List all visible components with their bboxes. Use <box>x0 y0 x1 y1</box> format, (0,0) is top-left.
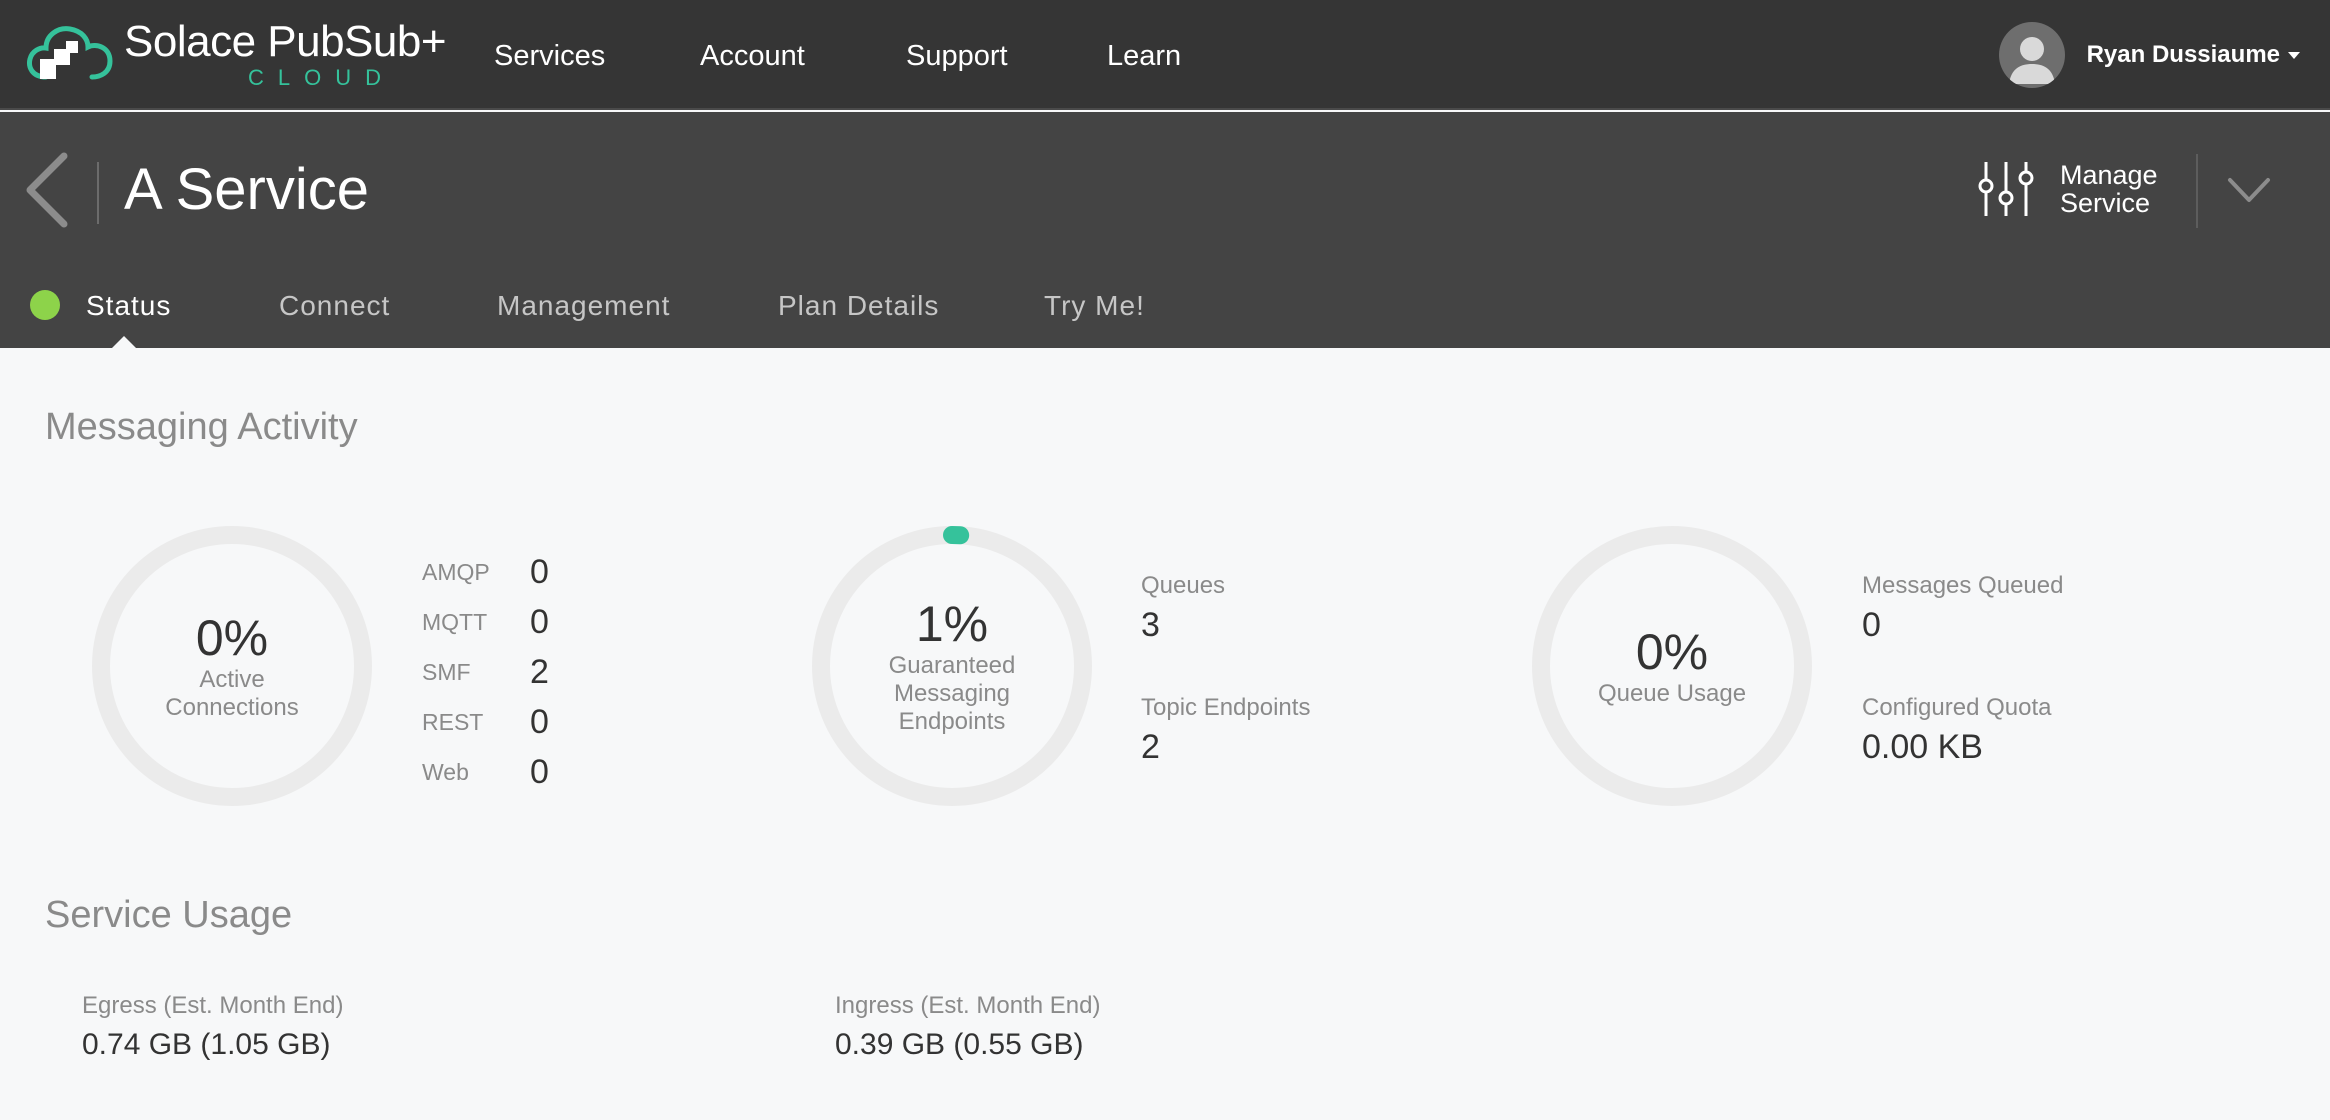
gauge-label: Queue Usage <box>1597 680 1747 707</box>
protocol-row-amqp: AMQP 0 <box>422 547 549 597</box>
protocol-value: 2 <box>530 652 549 691</box>
tab-connect[interactable]: Connect <box>279 290 390 322</box>
brand-name: Solace PubSub+ <box>124 17 447 66</box>
ingress-value: 0.39 GB (0.55 GB) <box>835 1028 1084 1061</box>
tab-status[interactable]: Status <box>86 290 171 322</box>
gauge-label: Active Connections <box>165 666 299 721</box>
gauge-value: 1% <box>915 596 989 652</box>
queues-label: Queues <box>1141 572 1226 599</box>
nav-services[interactable]: Services <box>494 40 605 73</box>
solace-logo[interactable]: Solace PubSub+ CLOUD <box>26 16 447 94</box>
protocol-row-smf: SMF 2 <box>422 647 549 697</box>
protocol-row-web: Web 0 <box>422 747 549 797</box>
protocol-name: SMF <box>422 658 471 685</box>
caret-down-icon <box>2288 51 2300 59</box>
header-divider <box>97 162 99 224</box>
service-usage-title: Service Usage <box>45 894 293 936</box>
header-divider <box>2196 154 2198 228</box>
gauge-value: 0% <box>195 610 269 666</box>
nav-support[interactable]: Support <box>906 40 1008 73</box>
topic-endpoints-value: 2 <box>1141 728 1160 766</box>
nav-account[interactable]: Account <box>700 40 805 73</box>
protocol-value: 0 <box>530 602 549 641</box>
protocol-name: MQTT <box>422 608 488 635</box>
messages-queued-value: 0 <box>1862 606 1881 644</box>
egress-label: Egress (Est. Month End) <box>82 992 344 1019</box>
tab-plan-details[interactable]: Plan Details <box>778 290 939 322</box>
service-tabs: Status Connect Management Plan Details T… <box>0 274 2330 348</box>
manage-service-label: Manage Service <box>2060 160 2158 218</box>
gauge-value: 0% <box>1635 624 1709 680</box>
status-indicator-icon <box>30 290 60 320</box>
queues-value: 3 <box>1141 606 1160 644</box>
messages-queued-label: Messages Queued <box>1862 572 2064 599</box>
protocol-value: 0 <box>530 552 549 591</box>
top-navbar: Solace PubSub+ CLOUD Services Account Su… <box>0 0 2330 110</box>
nav-learn[interactable]: Learn <box>1107 40 1181 73</box>
ingress-label: Ingress (Est. Month End) <box>835 992 1101 1019</box>
protocol-value: 0 <box>530 702 549 741</box>
topic-endpoints-label: Topic Endpoints <box>1141 694 1311 721</box>
brand-sub: CLOUD <box>248 65 396 90</box>
configured-quota-value: 0.00 KB <box>1862 728 1983 766</box>
cloud-logo-icon <box>27 26 113 80</box>
active-tab-pointer <box>112 336 136 348</box>
user-menu[interactable]: Ryan Dussiaume <box>1998 20 2300 90</box>
service-header: A Service Manage Service Status Connect … <box>0 112 2330 348</box>
messaging-activity-title: Messaging Activity <box>45 406 358 448</box>
sliders-icon <box>1978 162 2034 216</box>
protocol-name: Web <box>422 758 469 785</box>
service-title: A Service <box>124 157 369 222</box>
gauge-label: Guaranteed Messaging Endpoints <box>888 652 1016 735</box>
protocol-name: AMQP <box>422 558 490 585</box>
queue-usage-gauge: 0% Queue Usage <box>1530 524 1814 808</box>
egress-value: 0.74 GB (1.05 GB) <box>82 1028 331 1061</box>
back-arrow-icon[interactable] <box>20 150 70 230</box>
protocol-row-rest: REST 0 <box>422 697 549 747</box>
tab-management[interactable]: Management <box>497 290 670 322</box>
protocol-name: REST <box>422 708 484 735</box>
guaranteed-endpoints-gauge: 1% Guaranteed Messaging Endpoints <box>810 524 1094 808</box>
tab-try-me[interactable]: Try Me! <box>1044 290 1145 322</box>
protocol-row-mqtt: MQTT 0 <box>422 597 549 647</box>
avatar <box>1998 22 2065 88</box>
active-connections-gauge: 0% Active Connections <box>90 524 374 808</box>
configured-quota-label: Configured Quota <box>1862 694 2052 721</box>
manage-service-button[interactable]: Manage Service <box>1976 160 2170 218</box>
chevron-down-icon[interactable] <box>2226 172 2272 208</box>
protocol-value: 0 <box>530 752 549 791</box>
user-name: Ryan Dussiaume <box>2086 41 2280 68</box>
